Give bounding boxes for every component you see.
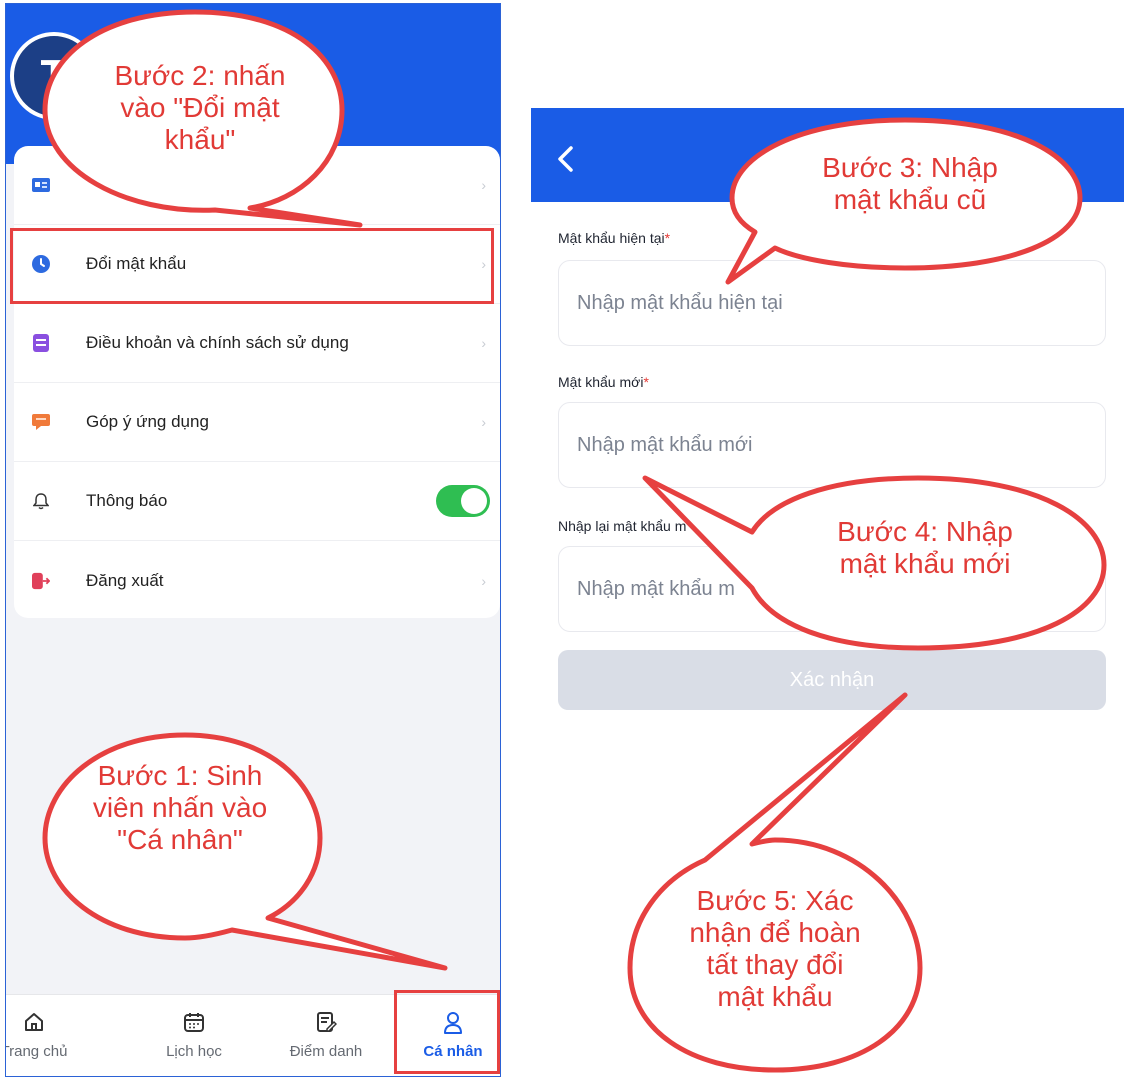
callout-step2-text: Bước 2: nhấn vào "Đổi mật khẩu"	[114, 60, 286, 155]
callout-step5-bubble	[627, 692, 923, 1073]
callout-step3-text: Bước 3: Nhập mật khẩu cũ	[822, 152, 998, 215]
callout-step1-text: Bước 1: Sinh viên nhấn vào "Cá nhân"	[92, 760, 268, 855]
callout-step5-text: Bước 5: Xác nhận để hoàn tất thay đổi mật k…	[689, 885, 861, 1012]
callout-step4-text: Bước 4: Nhập mật khẩu mới	[837, 516, 1013, 579]
